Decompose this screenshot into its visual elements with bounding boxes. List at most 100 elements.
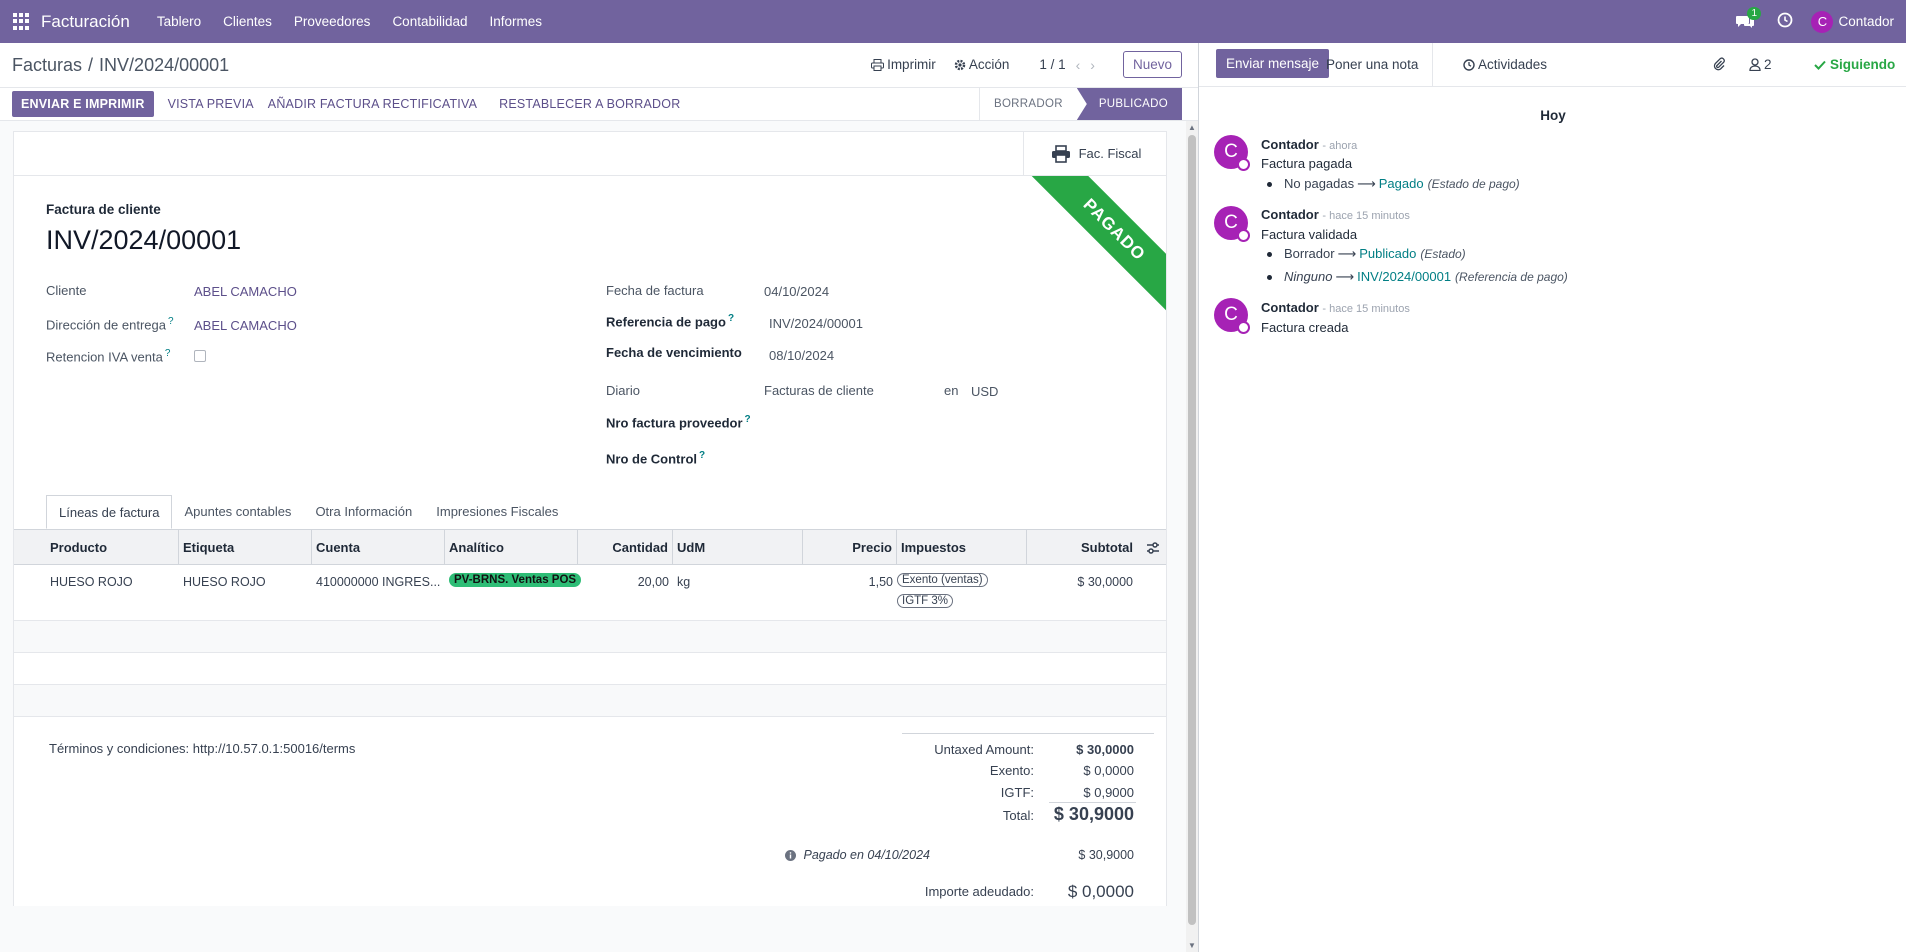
paid-amount: $ 30,9000 [1078, 848, 1134, 862]
line-label[interactable]: HUESO ROJO [183, 575, 266, 589]
scroll-thumb[interactable] [1188, 135, 1196, 925]
due-date-field[interactable]: 08/10/2024 [769, 348, 834, 363]
message-author[interactable]: Contador - hace 15 minutos [1261, 300, 1410, 315]
user-menu[interactable]: Contador [1838, 14, 1894, 29]
log-note-button[interactable]: Poner una nota [1312, 43, 1434, 87]
status-dot [1237, 321, 1250, 334]
column-subtotal[interactable]: Subtotal [1027, 530, 1137, 565]
invoice-sheet: Fac. Fiscal PAGADO Factura de cliente IN… [13, 131, 1167, 906]
scroll-up-icon[interactable]: ▲ [1188, 123, 1196, 132]
invoice-date-field[interactable]: 04/10/2024 [764, 284, 829, 299]
avatar[interactable]: C [1214, 298, 1250, 334]
column-account[interactable]: Cuenta [312, 530, 445, 565]
payment-ref-help-icon[interactable]: ? [728, 313, 734, 324]
breadcrumb-invoices[interactable]: Facturas [12, 55, 82, 75]
paid-label: Pagado en 04/10/2024 [803, 848, 930, 862]
fiscal-invoice-label: Fac. Fiscal [1078, 146, 1142, 161]
menu-informes[interactable]: Informes [490, 14, 543, 29]
user-avatar[interactable]: C [1811, 10, 1834, 33]
line-uom[interactable]: kg [677, 575, 690, 589]
control-number-help-icon[interactable]: ? [699, 450, 705, 461]
delivery-field[interactable]: ABEL CAMACHO [194, 318, 297, 333]
column-uom[interactable]: UdM [673, 530, 803, 565]
attachment-paperclip-icon[interactable] [1712, 57, 1726, 74]
app-name[interactable]: Facturación [41, 12, 130, 32]
line-quantity[interactable]: 20,00 [578, 575, 669, 589]
menu-clientes[interactable]: Clientes [223, 14, 272, 29]
line-tax-tag-exento[interactable]: Exento (ventas) [897, 573, 988, 587]
state-posted[interactable]: PUBLICADO [1076, 88, 1182, 120]
check-icon [1814, 60, 1826, 70]
column-label[interactable]: Etiqueta [179, 530, 312, 565]
send-print-button[interactable]: ENVIAR E IMPRIMIR [12, 91, 154, 117]
following-button[interactable]: Siguiendo [1814, 57, 1895, 72]
avatar[interactable]: C [1214, 135, 1250, 171]
avatar-initial: C [1224, 141, 1238, 162]
tab-fiscal-prints[interactable]: Impresiones Fiscales [424, 495, 570, 529]
messaging-icon[interactable]: 1 [1735, 6, 1762, 30]
form-scrollbar[interactable]: ▲ ▼ [1186, 121, 1198, 952]
action-button[interactable]: Acción [954, 57, 1010, 72]
tracking-field: (Referencia de pago) [1455, 270, 1568, 284]
column-price[interactable]: Precio [803, 530, 897, 565]
currency-field[interactable]: USD [971, 384, 998, 399]
followers-button[interactable]: 2 [1749, 57, 1772, 72]
fiscal-invoice-button[interactable]: Fac. Fiscal [1023, 132, 1166, 175]
print-button[interactable]: Imprimir [871, 57, 936, 72]
message-body: Factura validada [1261, 227, 1358, 242]
line-analytic-tag[interactable]: PV-BRNS. Ventas POS [449, 573, 582, 587]
info-icon [785, 849, 797, 861]
pager-next-icon[interactable]: › [1090, 57, 1095, 73]
retention-checkbox[interactable] [194, 350, 206, 362]
apps-menu-icon[interactable] [13, 12, 31, 31]
tab-other-info[interactable]: Otra Información [303, 495, 424, 529]
tab-journal-items[interactable]: Apuntes contables [172, 495, 303, 529]
pager-value[interactable]: 1 / 1 [1039, 57, 1065, 72]
journal-label: Diario [606, 383, 640, 398]
exento-amount: $ 0,0000 [1083, 763, 1134, 778]
state-draft[interactable]: BORRADOR [978, 88, 1077, 120]
amount-due-label: Importe adeudado: [924, 884, 1034, 899]
retention-help-icon[interactable]: ? [165, 348, 171, 359]
line-account[interactable]: 410000000 INGRES... [316, 575, 440, 589]
action-label: Acción [968, 57, 1010, 72]
column-product[interactable]: Producto [46, 530, 179, 565]
message-body: Factura pagada [1261, 156, 1353, 171]
message-author[interactable]: Contador - hace 15 minutos [1261, 207, 1410, 222]
preview-button[interactable]: VISTA PREVIA [168, 97, 254, 111]
pager-prev-icon[interactable]: ‹ [1076, 57, 1081, 73]
reset-draft-button[interactable]: RESTABLECER A BORRADOR [499, 97, 680, 111]
arrow-right-icon: ⟶ [1335, 269, 1355, 284]
credit-note-button[interactable]: AÑADIR FACTURA RECTIFICATIVA [268, 97, 477, 111]
payment-ref-label-text: Referencia de pago [606, 314, 726, 330]
line-product[interactable]: HUESO ROJO [50, 575, 133, 589]
new-button[interactable]: Nuevo [1122, 51, 1182, 78]
delivery-help-icon[interactable]: ? [168, 316, 174, 327]
line-subtotal[interactable]: $ 30,0000 [1027, 575, 1133, 589]
column-analytic[interactable]: Analítico [445, 530, 578, 565]
untaxed-label: Untaxed Amount: [934, 742, 1034, 757]
menu-contabilidad[interactable]: Contabilidad [392, 14, 467, 29]
menu-proveedores[interactable]: Proveedores [294, 14, 371, 29]
message-author-name: Contador [1261, 300, 1319, 315]
column-quantity[interactable]: Cantidad [578, 530, 673, 565]
line-price[interactable]: 1,50 [803, 575, 893, 589]
avatar[interactable]: C [1214, 206, 1250, 242]
activities-button[interactable]: Actividades [1463, 43, 1547, 87]
scroll-down-icon[interactable]: ▼ [1188, 941, 1196, 950]
table-row[interactable]: HUESO ROJO HUESO ROJO 410000000 INGRES..… [14, 565, 1166, 621]
column-taxes[interactable]: Impuestos [897, 530, 1027, 565]
tab-invoice-lines[interactable]: Líneas de factura [46, 495, 173, 529]
customer-field[interactable]: ABEL CAMACHO [194, 284, 297, 299]
journal-field[interactable]: Facturas de cliente [764, 383, 874, 398]
optional-columns-icon[interactable] [1137, 530, 1166, 565]
line-tax-tag-igtf[interactable]: IGTF 3% [897, 594, 954, 608]
supplier-invoice-help-icon[interactable]: ? [745, 414, 751, 425]
payment-info[interactable]: Pagado en 04/10/2024 [785, 848, 930, 862]
payment-ref-field[interactable]: INV/2024/00001 [769, 316, 863, 331]
message-author-name: Contador [1261, 207, 1319, 222]
message-body: Factura creada [1261, 320, 1349, 335]
activity-clock-icon[interactable] [1777, 12, 1793, 31]
message-author[interactable]: Contador - ahora [1261, 137, 1357, 152]
menu-tablero[interactable]: Tablero [157, 14, 201, 29]
